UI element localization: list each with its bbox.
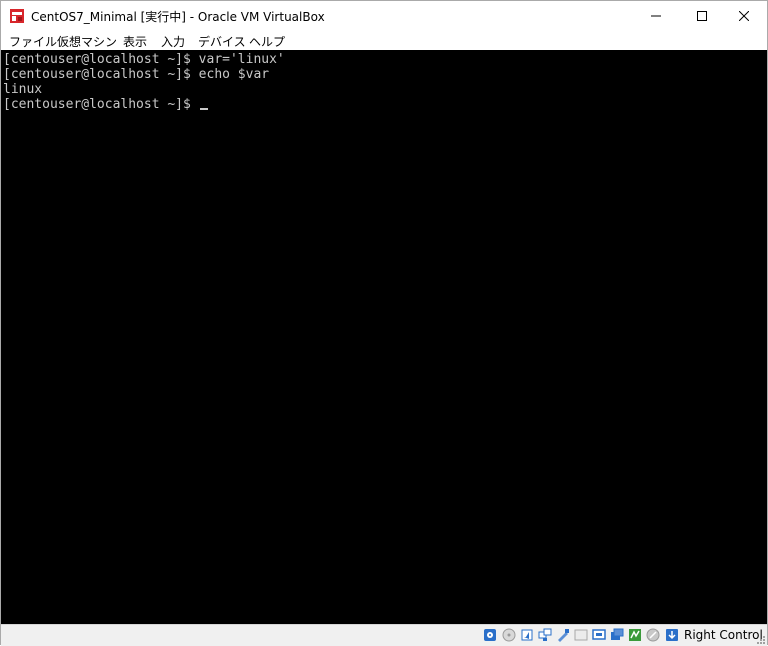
status-bar: Right Control: [1, 624, 767, 646]
menu-bar: ファイル 仮想マシン 表示 入力 デバイス ヘルプ: [1, 31, 767, 50]
console-prompt: [centouser@localhost ~]$: [3, 97, 199, 112]
cpu-icon[interactable]: [628, 628, 642, 642]
maximize-icon: [697, 11, 707, 21]
console-line: [centouser@localhost ~]$ echo $var: [3, 67, 270, 82]
console-line: [centouser@localhost ~]$ var='linux': [3, 52, 285, 67]
network-icon[interactable]: [538, 628, 552, 642]
menu-input[interactable]: 入力: [161, 33, 185, 50]
console-line: linux: [3, 82, 43, 97]
window-title: CentOS7_Minimal [実行中] - Oracle VM Virtua…: [31, 10, 325, 24]
minimize-button[interactable]: [633, 1, 679, 31]
close-icon: [739, 11, 749, 21]
keyboard-capture-icon[interactable]: [665, 628, 679, 642]
close-button[interactable]: [721, 1, 767, 31]
audio-icon[interactable]: [520, 628, 534, 642]
text-cursor: [199, 108, 208, 110]
menu-machine[interactable]: 仮想マシン: [57, 33, 117, 50]
maximize-button[interactable]: [679, 1, 725, 31]
virtualbox-app-icon: [10, 9, 24, 23]
resize-grip-icon[interactable]: [757, 636, 765, 644]
menu-view[interactable]: 表示: [123, 33, 147, 50]
shared-folders-icon[interactable]: [574, 628, 588, 642]
hard-disk-icon[interactable]: [483, 628, 497, 642]
mouse-integration-icon[interactable]: [646, 628, 660, 642]
menu-help[interactable]: ヘルプ: [249, 33, 285, 50]
minimize-icon: [651, 15, 661, 17]
optical-drive-icon[interactable]: [502, 628, 516, 642]
video-capture-icon[interactable]: [610, 628, 624, 642]
display-icon[interactable]: [592, 628, 606, 642]
host-key-label: Right Control: [684, 628, 763, 642]
menu-devices[interactable]: デバイス: [198, 33, 246, 50]
usb-icon[interactable]: [556, 628, 570, 642]
virtualbox-window: CentOS7_Minimal [実行中] - Oracle VM Virtua…: [0, 0, 768, 646]
title-bar[interactable]: CentOS7_Minimal [実行中] - Oracle VM Virtua…: [1, 1, 767, 31]
vm-console-screen[interactable]: [centouser@localhost ~]$ var='linux' [ce…: [1, 50, 767, 624]
menu-file[interactable]: ファイル: [9, 33, 57, 50]
console-prompt-line: [centouser@localhost ~]$: [3, 97, 208, 112]
